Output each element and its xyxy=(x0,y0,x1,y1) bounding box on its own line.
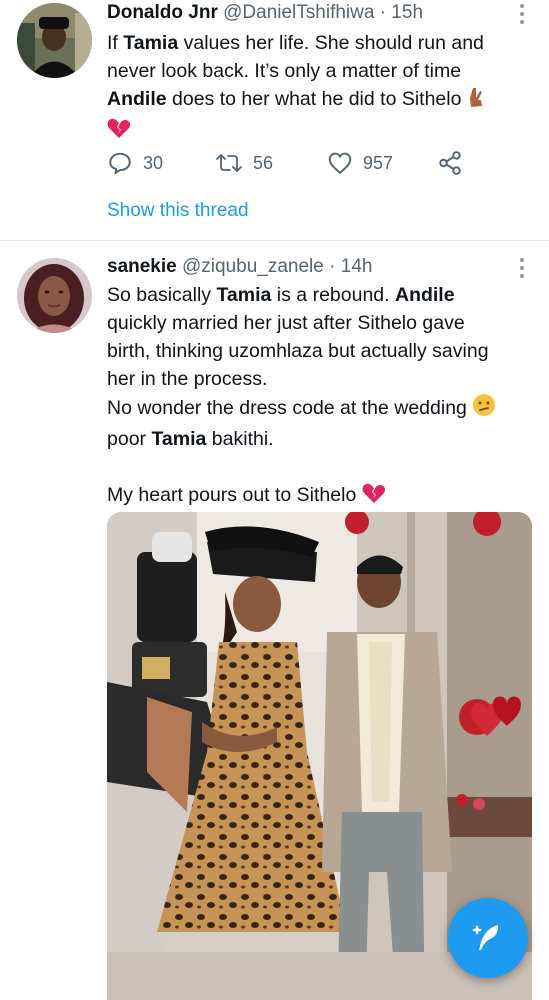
author-handle[interactable]: @DanielTshifhiwa xyxy=(223,2,374,23)
mention-tamia: Tamia xyxy=(216,284,272,306)
tweet-timestamp[interactable]: · 14h xyxy=(329,256,372,277)
like-count: 957 xyxy=(363,152,394,173)
tweet-header: Donaldo Jnr @DanielTshifhiwa · 15h xyxy=(107,2,423,24)
like-button[interactable]: 957 xyxy=(327,150,393,176)
mention-tamia: Tamia xyxy=(123,32,179,54)
compose-tweet-button[interactable] xyxy=(448,898,528,978)
mention-andile: Andile xyxy=(107,88,167,110)
share-icon xyxy=(439,151,461,175)
more-options-icon[interactable] xyxy=(519,258,525,282)
show-thread-link[interactable]: Show this thread xyxy=(107,200,249,222)
crossed-fingers-emoji xyxy=(467,86,485,116)
tweet-header: sanekie @ziqubu_zanele · 14h xyxy=(107,256,372,278)
confused-face-emoji xyxy=(472,393,496,425)
reply-count: 30 xyxy=(143,152,164,173)
broken-heart-emoji xyxy=(362,482,386,512)
retweet-icon xyxy=(216,154,242,172)
tweet-text: If Tamia values her life. She should run… xyxy=(107,29,527,147)
retweet-count: 56 xyxy=(253,152,274,173)
tweet-1[interactable]: Donaldo Jnr @DanielTshifhiwa · 15h If Ta… xyxy=(0,0,549,241)
more-options-icon[interactable] xyxy=(519,4,525,28)
compose-icon xyxy=(472,925,499,950)
tweet-text: So basically Tamia is a rebound. Andile … xyxy=(107,281,527,512)
reply-icon xyxy=(109,152,131,175)
heart-icon xyxy=(328,152,352,175)
broken-heart-emoji xyxy=(107,117,131,147)
share-button[interactable] xyxy=(437,150,473,176)
reply-button[interactable]: 30 xyxy=(107,150,163,176)
author-avatar[interactable] xyxy=(17,3,92,78)
author-name[interactable]: Donaldo Jnr xyxy=(107,2,218,23)
retweet-button[interactable]: 56 xyxy=(215,150,273,176)
author-name[interactable]: sanekie xyxy=(107,256,177,277)
tweet-actions: 30 56 957 xyxy=(107,150,527,180)
author-avatar[interactable] xyxy=(17,258,92,333)
mention-andile: Andile xyxy=(394,284,455,306)
tweet-timestamp[interactable]: · 15h xyxy=(380,2,423,23)
mention-tamia: Tamia xyxy=(151,428,207,450)
author-handle[interactable]: @ziqubu_zanele xyxy=(182,256,324,277)
